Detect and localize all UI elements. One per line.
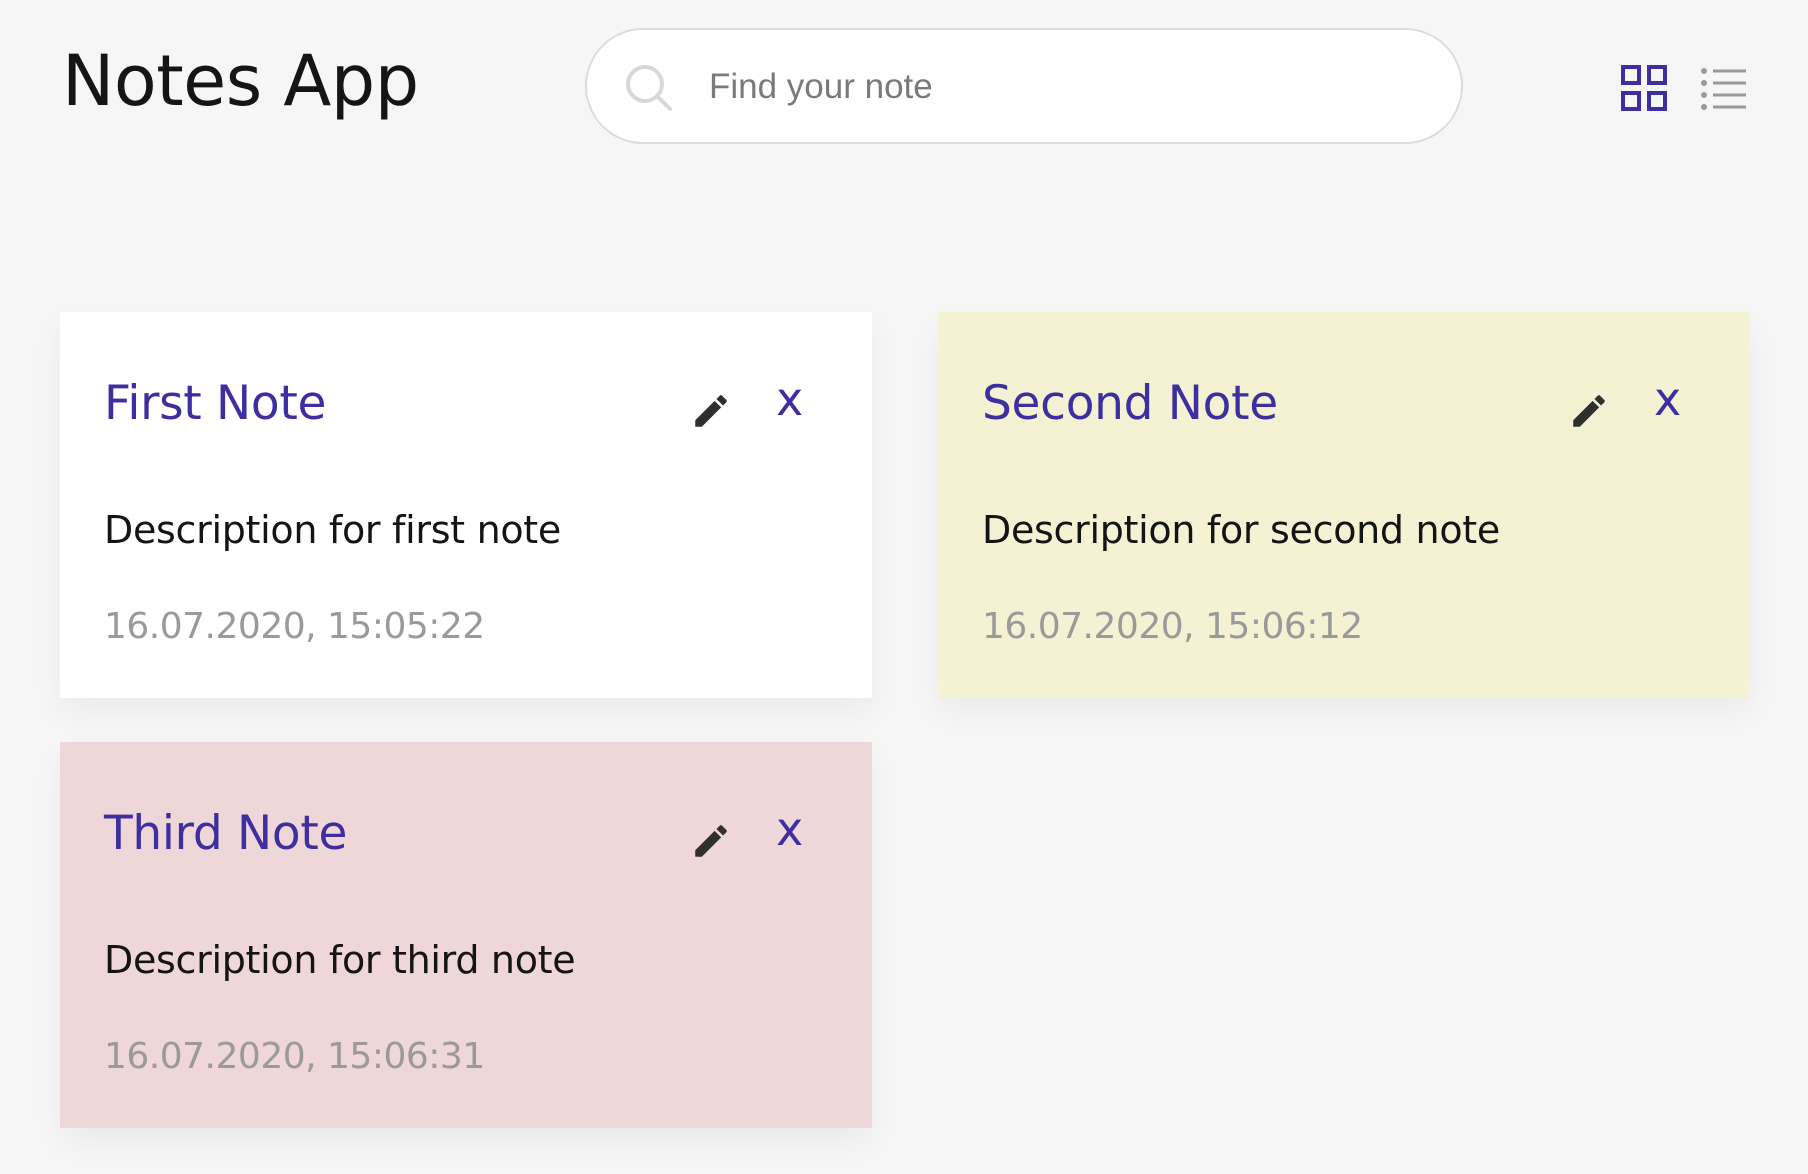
note-description: Description for first note [104,508,561,552]
list-icon [1701,68,1746,110]
note-description: Description for second note [982,508,1500,552]
search-input[interactable] [707,50,1431,124]
note-card[interactable]: First Note x Description for first note … [60,312,872,698]
pencil-icon [695,825,727,857]
search-box[interactable] [585,28,1463,144]
grid-icon [1621,65,1667,111]
pencil-icon [1573,395,1605,427]
search-icon [626,65,672,111]
note-title: Third Note [104,806,348,861]
delete-button[interactable]: x [776,376,803,422]
note-card[interactable]: Second Note x Description for second not… [938,312,1750,698]
note-title: First Note [104,376,327,431]
edit-button[interactable] [690,390,732,432]
edit-button[interactable] [1568,390,1610,432]
app-title: Notes App [62,40,419,122]
pencil-icon [695,395,727,427]
delete-button[interactable]: x [776,806,803,852]
list-view-button[interactable] [1700,64,1748,112]
note-date: 16.07.2020, 15:06:31 [104,1036,485,1077]
note-date: 16.07.2020, 15:05:22 [104,606,485,647]
note-date: 16.07.2020, 15:06:12 [982,606,1363,647]
grid-view-button[interactable] [1620,64,1668,112]
delete-button[interactable]: x [1654,376,1681,422]
note-description: Description for third note [104,938,576,982]
edit-button[interactable] [690,820,732,862]
note-card[interactable]: Third Note x Description for third note … [60,742,872,1128]
note-title: Second Note [982,376,1278,431]
